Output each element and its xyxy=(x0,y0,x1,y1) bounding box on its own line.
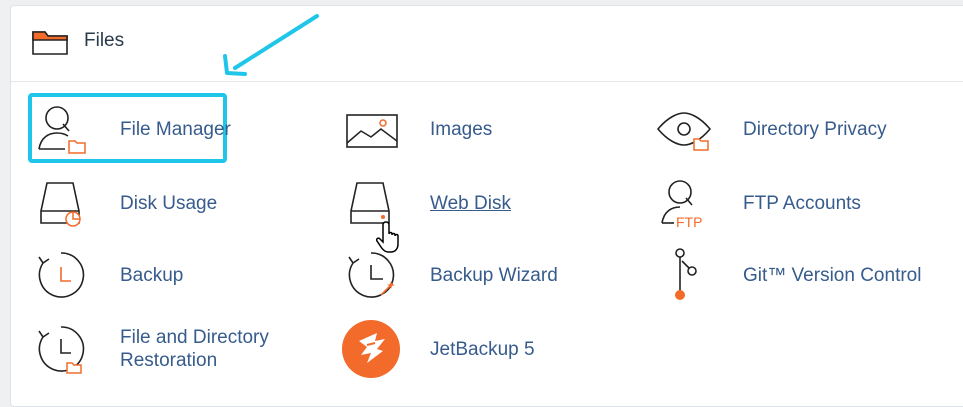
disk-usage-link[interactable]: Disk Usage xyxy=(30,172,217,234)
jetbackup-icon xyxy=(340,318,402,380)
section-title: Files xyxy=(84,30,125,51)
file-manager-icon xyxy=(30,98,92,160)
item-label: FTP Accounts xyxy=(743,192,861,214)
item-label: Web Disk xyxy=(430,192,511,214)
images-link[interactable]: Images xyxy=(340,98,492,160)
backup-wizard-link[interactable]: Backup Wizard xyxy=(340,244,558,306)
directory-privacy-link[interactable]: Directory Privacy xyxy=(653,98,887,160)
item-label: File and Directory Restoration xyxy=(120,327,269,371)
panel-header: Files xyxy=(11,6,963,82)
directory-privacy-icon xyxy=(653,98,715,160)
hand-cursor-icon xyxy=(376,221,399,253)
item-label: Directory Privacy xyxy=(743,118,887,140)
item-label: File Manager xyxy=(120,118,231,140)
item-label: JetBackup 5 xyxy=(430,338,535,360)
git-version-control-link[interactable]: Git™ Version Control xyxy=(653,244,921,306)
restoration-icon xyxy=(30,318,92,380)
file-directory-restoration-link[interactable]: File and Directory Restoration xyxy=(30,318,320,380)
item-label: Backup Wizard xyxy=(430,264,558,286)
folder-icon xyxy=(32,31,68,55)
svg-text:FTP: FTP xyxy=(676,214,702,230)
item-label: Backup xyxy=(120,264,184,286)
ftp-accounts-link[interactable]: FTP FTP Accounts xyxy=(653,172,861,234)
jetbackup-link[interactable]: JetBackup 5 xyxy=(340,318,535,380)
git-icon xyxy=(653,244,715,306)
file-manager-link[interactable]: File Manager xyxy=(30,98,231,160)
backup-icon xyxy=(30,244,92,306)
annotation-arrow xyxy=(223,14,319,76)
backup-link[interactable]: Backup xyxy=(30,244,183,306)
web-disk-link[interactable]: Web Disk xyxy=(340,172,511,234)
item-label: Images xyxy=(430,118,493,140)
item-label: Disk Usage xyxy=(120,192,218,214)
disk-usage-icon xyxy=(30,172,92,234)
images-icon xyxy=(340,98,402,160)
ftp-accounts-icon: FTP xyxy=(653,172,715,234)
item-label: Git™ Version Control xyxy=(743,264,922,286)
